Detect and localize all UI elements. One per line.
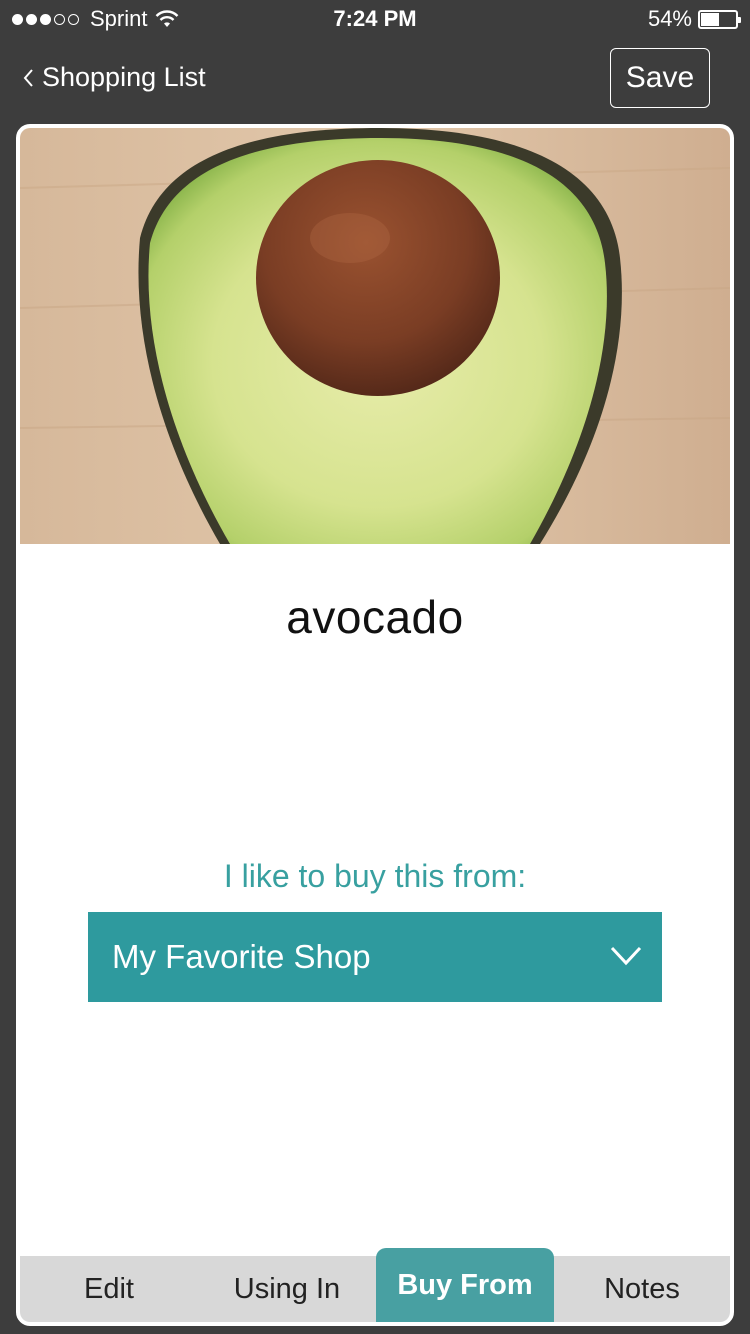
shop-dropdown-value: My Favorite Shop bbox=[112, 938, 371, 975]
status-bar: Sprint 7:24 PM 54% bbox=[0, 0, 750, 40]
tab-edit[interactable]: Edit bbox=[20, 1256, 198, 1322]
status-time: 7:24 PM bbox=[333, 6, 417, 31]
tab-notes[interactable]: Notes bbox=[554, 1256, 730, 1322]
battery-nub bbox=[738, 16, 741, 23]
back-button[interactable]: Shopping List bbox=[22, 62, 206, 93]
item-photo bbox=[20, 128, 730, 544]
shop-dropdown[interactable]: My Favorite Shop bbox=[88, 912, 662, 1002]
status-right: 54% bbox=[647, 6, 741, 32]
buy-from-label: I like to buy this from: bbox=[223, 858, 527, 894]
battery-icon bbox=[698, 9, 741, 29]
navigation-bar: Shopping List Save bbox=[0, 40, 750, 120]
item-card: avocado I like to buy this from: My Favo… bbox=[16, 124, 734, 1326]
tab-bar: Edit Using In Buy From Notes bbox=[20, 1248, 730, 1322]
item-name: avocado bbox=[286, 591, 464, 643]
battery-fill bbox=[701, 12, 720, 26]
back-button-label: Shopping List bbox=[42, 62, 206, 92]
battery-percent: 54% bbox=[647, 6, 692, 31]
chevron-down-icon bbox=[610, 946, 642, 966]
chevron-left-icon bbox=[23, 68, 33, 87]
save-button[interactable]: Save bbox=[610, 48, 710, 108]
tab-buy-from[interactable]: Buy From bbox=[376, 1248, 554, 1322]
avocado-half-photo bbox=[20, 128, 730, 544]
tab-using-in[interactable]: Using In bbox=[198, 1256, 376, 1322]
